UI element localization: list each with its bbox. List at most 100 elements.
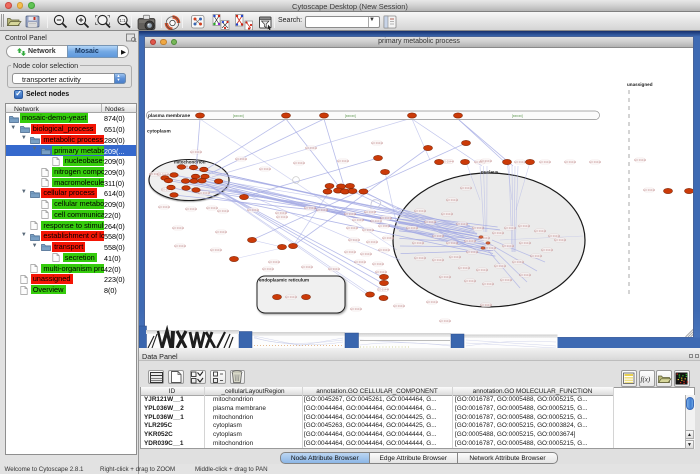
svg-text:GO:00444: GO:00444	[328, 267, 341, 271]
svg-text:GO:00444: GO:00444	[210, 248, 223, 252]
svg-text:GO:00444: GO:00444	[346, 226, 359, 230]
svg-text:GO:00444: GO:00444	[382, 236, 395, 240]
svg-text:GO:00444: GO:00444	[350, 307, 363, 311]
svg-text:endoplasmic reticulum: endoplasmic reticulum	[259, 278, 309, 283]
svg-text:GO:00444: GO:00444	[439, 275, 452, 279]
svg-text:GO:00444: GO:00444	[268, 260, 281, 264]
svg-text:GO:00444: GO:00444	[293, 161, 306, 165]
svg-text:GO:00444: GO:00444	[217, 209, 230, 213]
svg-text:GO:00444: GO:00444	[215, 230, 228, 234]
svg-text:1:1: 1:1	[119, 18, 126, 23]
svg-text:GO:00444: GO:00444	[276, 215, 289, 219]
svg-text:GO:00444: GO:00444	[460, 186, 473, 190]
svg-text:GO:00444: GO:00444	[519, 273, 532, 277]
svg-text:cytoplasm: cytoplasm	[147, 129, 171, 135]
svg-text:GO:00444: GO:00444	[247, 208, 260, 212]
svg-text:GO:00444: GO:00444	[344, 212, 357, 216]
svg-text:GO:00444: GO:00444	[414, 209, 427, 213]
svg-text:GO:00444: GO:00444	[432, 234, 445, 238]
svg-text:GO:00444: GO:00444	[482, 282, 495, 286]
svg-text:GO:00444: GO:00444	[412, 241, 425, 245]
svg-text:GO:00444: GO:00444	[285, 295, 298, 299]
svg-text:mitochondrion: mitochondrion	[174, 159, 206, 164]
svg-text:GO:00444: GO:00444	[480, 303, 493, 307]
svg-text:GO:00444: GO:00444	[364, 210, 377, 214]
svg-text:GO:00444: GO:00444	[378, 224, 391, 228]
svg-text:GO:00444: GO:00444	[362, 228, 375, 232]
svg-text:unassigned: unassigned	[627, 82, 653, 87]
svg-text:GO:00444: GO:00444	[305, 146, 318, 150]
svg-text:GO:00444: GO:00444	[512, 260, 525, 264]
svg-text:GO:00444: GO:00444	[564, 160, 577, 164]
svg-text:f(x): f(x)	[641, 376, 651, 384]
svg-text:GO:00444: GO:00444	[439, 319, 452, 323]
svg-text:GO:00444: GO:00444	[480, 159, 493, 163]
svg-text:GO:00444: GO:00444	[406, 226, 419, 230]
svg-text:GO:00444: GO:00444	[378, 248, 391, 252]
svg-text:GO:00444: GO:00444	[634, 158, 647, 162]
svg-text:GO:00444: GO:00444	[375, 270, 388, 274]
svg-text:GO:00444: GO:00444	[466, 250, 479, 254]
svg-text:GO:00444: GO:00444	[344, 250, 357, 254]
svg-text:GO:00444: GO:00444	[539, 160, 552, 164]
svg-text:GO:00444: GO:00444	[449, 255, 462, 259]
svg-text:GO:00444: GO:00444	[426, 300, 439, 304]
svg-text:GO:00444: GO:00444	[492, 231, 505, 235]
svg-text:GO:00444: GO:00444	[432, 258, 445, 262]
svg-text:GO:00444: GO:00444	[304, 206, 317, 210]
svg-text:GO:00444: GO:00444	[354, 260, 367, 264]
svg-text:GO:00444: GO:00444	[589, 160, 602, 164]
svg-text:[xxx:xx]: [xxx:xx]	[345, 114, 356, 118]
svg-text:GO:00444: GO:00444	[500, 278, 513, 282]
svg-text:GO:00444: GO:00444	[504, 226, 517, 230]
svg-text:GO:00444: GO:00444	[464, 279, 477, 283]
svg-text:GO:00444: GO:00444	[235, 157, 248, 161]
svg-text:GO:00444: GO:00444	[371, 141, 384, 145]
svg-text:GO:00444: GO:00444	[458, 266, 471, 270]
svg-text:GO:00444: GO:00444	[393, 304, 406, 308]
svg-text:GO:00444: GO:00444	[484, 246, 497, 250]
svg-text:GO:00444: GO:00444	[514, 160, 527, 164]
svg-text:GO:00444: GO:00444	[476, 268, 489, 272]
svg-text:GO:00444: GO:00444	[352, 218, 365, 222]
svg-text:GO:00444: GO:00444	[174, 244, 187, 248]
svg-text:GO:00444: GO:00444	[158, 205, 171, 209]
svg-text:GO:00444: GO:00444	[518, 224, 531, 228]
svg-text:GO:00444: GO:00444	[441, 212, 454, 216]
svg-text:GO:00444: GO:00444	[372, 262, 385, 266]
svg-text:GO:00444: GO:00444	[530, 254, 543, 258]
svg-text:GO:00444: GO:00444	[414, 256, 427, 260]
svg-text:GO:00444: GO:00444	[472, 226, 485, 230]
svg-text:GO:00444: GO:00444	[446, 241, 459, 245]
svg-text:GO:00444: GO:00444	[262, 267, 275, 271]
svg-text:GO:00444: GO:00444	[337, 159, 350, 163]
svg-text:GO:00444: GO:00444	[377, 288, 390, 292]
svg-text:GO:00444: GO:00444	[502, 244, 515, 248]
svg-text:GO:00444: GO:00444	[190, 150, 203, 154]
svg-text:GO:00444: GO:00444	[541, 248, 554, 252]
svg-text:GO:00444: GO:00444	[446, 198, 459, 202]
svg-text:GO:00444: GO:00444	[494, 264, 507, 268]
svg-text:GO:00444: GO:00444	[548, 234, 561, 238]
svg-text:GO:00444: GO:00444	[643, 188, 656, 192]
svg-text:GO:00444: GO:00444	[442, 160, 455, 164]
svg-text:GO:00444: GO:00444	[275, 211, 288, 215]
svg-text:GO:00444: GO:00444	[456, 222, 469, 226]
svg-text:[xxx:xx]: [xxx:xx]	[233, 114, 244, 118]
svg-text:GO:00444: GO:00444	[366, 240, 379, 244]
svg-text:GO:00444: GO:00444	[316, 208, 329, 212]
svg-text:GO:00444: GO:00444	[301, 265, 314, 269]
svg-text:GO:00444: GO:00444	[185, 207, 198, 211]
svg-text:GO:00444: GO:00444	[519, 241, 532, 245]
svg-text:GO:00444: GO:00444	[424, 220, 437, 224]
svg-text:GO:00444: GO:00444	[259, 167, 272, 171]
svg-text:[xxx:xx]: [xxx:xx]	[512, 114, 523, 118]
svg-text:GO:00444: GO:00444	[348, 238, 361, 242]
svg-text:plasma membrane: plasma membrane	[148, 113, 190, 119]
svg-text:GO:00444: GO:00444	[534, 229, 547, 233]
svg-text:GO:00444: GO:00444	[464, 239, 477, 243]
svg-text:GO:00444: GO:00444	[172, 226, 185, 230]
svg-text:GO:00444: GO:00444	[554, 238, 567, 242]
svg-text:GO:00444: GO:00444	[370, 219, 383, 223]
svg-text:GO:00444: GO:00444	[360, 252, 373, 256]
